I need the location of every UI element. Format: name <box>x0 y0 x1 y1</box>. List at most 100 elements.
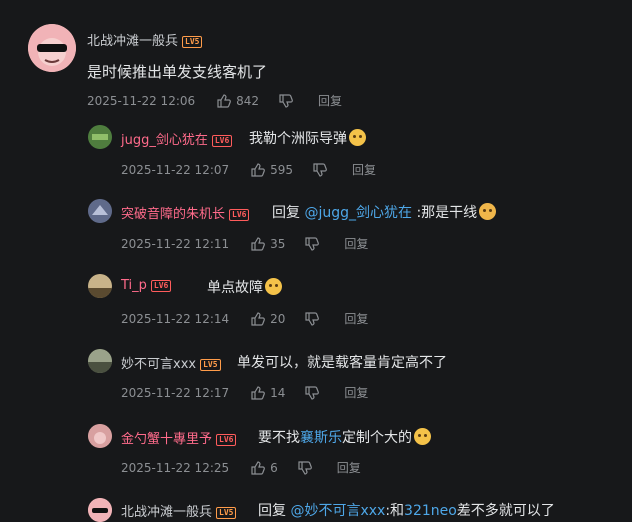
username-text[interactable]: 突破音障的朱机长 <box>121 207 225 222</box>
mention-link[interactable]: @妙不可言xxx <box>290 503 385 519</box>
avatar[interactable] <box>88 349 112 373</box>
avatar[interactable] <box>88 498 112 522</box>
username[interactable]: 金勺蟹十專里予 LV6 <box>121 428 237 447</box>
cat-emoji-icon <box>265 278 282 295</box>
reply-meta: 2025-11-22 12:07 595 回复 <box>121 161 376 178</box>
mention-link[interactable]: @jugg_剑心犹在 <box>304 205 412 221</box>
avatar-image <box>88 125 112 149</box>
thumbs-up-icon <box>251 236 266 251</box>
username-text[interactable]: 妙不可言xxx <box>121 357 196 372</box>
username[interactable]: 北战冲滩一般兵 LV5 <box>121 501 237 520</box>
level-badge: LV5 <box>216 506 237 519</box>
thumbs-down-icon <box>279 93 293 108</box>
thumbs-down-icon <box>305 311 320 326</box>
username[interactable]: 北战冲滩一般兵 LV5 <box>87 30 203 49</box>
like-button[interactable]: 20 <box>251 312 285 326</box>
yummy-emoji-icon <box>479 203 497 220</box>
mention-link[interactable]: 321neo <box>404 503 457 519</box>
reply-text-body: :那是干线 <box>416 205 478 221</box>
reply-text-body: 定制个大的 <box>342 430 412 446</box>
comment-meta: 2025-11-22 12:06 842 回复 <box>87 92 342 109</box>
avatar[interactable] <box>88 199 112 223</box>
avatar-image <box>88 498 112 522</box>
reply-text: 单点故障 <box>207 277 282 297</box>
thumbs-up-icon <box>251 385 266 400</box>
timestamp: 2025-11-22 12:25 <box>121 460 230 475</box>
reply-text: 回复 @jugg_剑心犹在 :那是干线 <box>272 202 497 222</box>
level-badge: LV6 <box>150 279 172 292</box>
avatar-image <box>88 349 112 373</box>
reply-text-body: 我勒个洲际导弹 <box>249 131 347 147</box>
reply-button[interactable]: 回复 <box>352 161 376 178</box>
username[interactable]: jugg_剑心犹在 LV6 <box>121 129 233 148</box>
comment-text: 是时候推出单发支线客机了 <box>87 63 268 81</box>
avatar-image <box>28 24 76 72</box>
reply-meta: 2025-11-22 12:11 35 回复 <box>121 235 368 252</box>
dislike-button[interactable] <box>305 311 324 326</box>
thumbs-up-icon <box>251 162 266 177</box>
username-text[interactable]: 北战冲滩一般兵 <box>121 505 212 520</box>
like-count: 20 <box>270 311 286 326</box>
like-button[interactable]: 14 <box>251 386 285 400</box>
reply-text: 回复 @妙不可言xxx:和321neo差不多就可以了 <box>258 500 555 520</box>
reply-button[interactable]: 回复 <box>344 235 368 252</box>
cat-emoji-icon <box>414 428 431 445</box>
thumbs-down-icon <box>305 385 320 400</box>
like-button[interactable]: 6 <box>251 461 278 475</box>
like-button[interactable]: 842 <box>217 94 259 108</box>
timestamp: 2025-11-22 12:06 <box>87 93 196 108</box>
username-text[interactable]: 金勺蟹十專里予 <box>121 432 212 447</box>
timestamp: 2025-11-22 12:07 <box>121 162 230 177</box>
like-button[interactable]: 595 <box>251 163 293 177</box>
username[interactable]: 妙不可言xxx LV5 <box>121 353 221 372</box>
level-badge: LV5 <box>182 35 203 48</box>
username-text[interactable]: 北战冲滩一般兵 <box>87 34 178 49</box>
dislike-button[interactable] <box>313 162 332 177</box>
timestamp: 2025-11-22 12:14 <box>121 311 230 326</box>
cat-emoji-icon <box>349 129 366 146</box>
avatar[interactable] <box>88 274 112 298</box>
level-badge: LV5 <box>200 358 221 371</box>
timestamp: 2025-11-22 12:11 <box>121 236 230 251</box>
like-count: 35 <box>270 236 286 251</box>
like-count: 595 <box>270 162 294 177</box>
timestamp: 2025-11-22 12:17 <box>121 385 230 400</box>
reply-prefix: 回复 <box>258 503 286 519</box>
dislike-button[interactable] <box>305 385 324 400</box>
level-badge: LV6 <box>229 208 250 221</box>
mention-link[interactable]: 襄斯乐 <box>300 430 342 446</box>
dislike-button[interactable] <box>298 460 317 475</box>
reply-text: 我勒个洲际导弹 <box>249 128 366 148</box>
level-badge: LV6 <box>211 134 233 147</box>
reply-text-prefix: 要不找 <box>258 430 300 446</box>
avatar-image <box>88 274 112 298</box>
username[interactable]: 突破音障的朱机长 LV6 <box>121 203 250 222</box>
reply-button[interactable]: 回复 <box>337 459 361 476</box>
reply-text-mid: :和 <box>385 503 405 519</box>
dislike-button[interactable] <box>305 236 324 251</box>
level-badge: LV6 <box>216 433 237 446</box>
dislike-button[interactable] <box>279 93 298 108</box>
username[interactable]: Ti_p LV6 <box>121 278 172 293</box>
avatar[interactable] <box>88 125 112 149</box>
like-count: 6 <box>270 460 278 475</box>
avatar-image <box>88 199 112 223</box>
thumbs-down-icon <box>305 236 320 251</box>
reply-text: 单发可以，就是载客量肯定高不了 <box>237 355 447 371</box>
username-text[interactable]: jugg_剑心犹在 <box>121 133 208 148</box>
reply-text-body: 单点故障 <box>207 280 263 296</box>
like-count: 842 <box>236 93 260 108</box>
reply-meta: 2025-11-22 12:25 6 回复 <box>121 459 361 476</box>
avatar[interactable] <box>88 424 112 448</box>
reply-button[interactable]: 回复 <box>344 384 368 401</box>
like-button[interactable]: 35 <box>251 237 285 251</box>
reply-button[interactable]: 回复 <box>318 92 342 109</box>
avatar[interactable] <box>28 24 76 72</box>
like-count: 14 <box>270 385 286 400</box>
username-text[interactable]: Ti_p <box>121 278 147 293</box>
reply-prefix: 回复 <box>272 205 300 221</box>
thumbs-down-icon <box>298 460 312 475</box>
reply-button[interactable]: 回复 <box>344 310 368 327</box>
thumbs-up-icon <box>251 460 266 475</box>
reply-meta: 2025-11-22 12:14 20 回复 <box>121 310 368 327</box>
